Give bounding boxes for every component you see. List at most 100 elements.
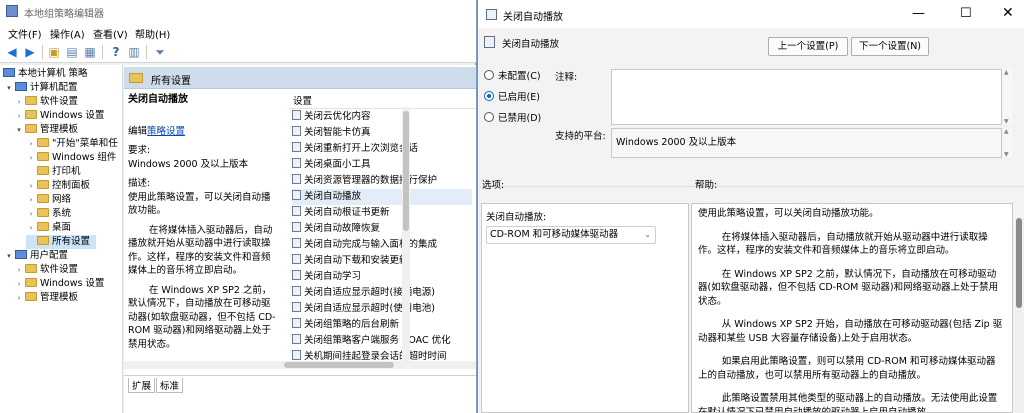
horizontal-scrollbar[interactable] <box>124 361 476 369</box>
policy-setting-icon <box>292 190 301 200</box>
scroll-up-icon[interactable]: ▲ <box>1004 69 1009 76</box>
list-item[interactable]: 关闭资源管理器的数据执行保护 <box>292 173 472 189</box>
scrollbar-thumb[interactable] <box>284 362 394 368</box>
list-item[interactable]: 关闭云优化内容 <box>292 109 472 125</box>
list-item[interactable]: 关闭自动根证书更新 <box>292 205 472 221</box>
folder-icon <box>129 73 143 83</box>
collapse-chevron-icon[interactable]: › <box>26 207 36 221</box>
previous-setting-button[interactable]: 上一个设置(P) <box>768 37 848 56</box>
list-item[interactable]: 关闭自动学习 <box>292 269 472 285</box>
scroll-down-icon[interactable]: ▼ <box>1004 151 1009 158</box>
tree-item-windows-settings[interactable]: › Windows 设置 <box>14 109 104 123</box>
tree-item-user-windows-settings[interactable]: › Windows 设置 <box>14 277 104 291</box>
tree-item-user-config[interactable]: ▾ 用户配置 <box>4 249 68 263</box>
forward-arrow-icon[interactable]: ▶ <box>22 44 38 60</box>
tree-item-computer-config[interactable]: ▾ 计算机配置 <box>4 81 78 95</box>
properties-icon[interactable]: ▥ <box>126 44 142 60</box>
list-item[interactable]: 关闭自动下载和安装更新 <box>292 253 472 269</box>
autoplay-drive-select[interactable]: CD-ROM 和可移动媒体驱动器 ⌄ <box>486 226 656 244</box>
folder-icon <box>25 292 37 301</box>
comment-textarea[interactable] <box>611 69 1002 125</box>
comment-scrollbar[interactable]: ▲ ▼ <box>1003 69 1012 125</box>
collapse-chevron-icon[interactable]: › <box>26 179 36 193</box>
tree-item-local-policy[interactable]: 本地计算机 策略 <box>2 67 88 81</box>
list-item[interactable]: 关闭自适应显示超时(使用电池) <box>292 301 472 317</box>
list-item[interactable]: 关闭自动完成与输入面板的集成 <box>292 237 472 253</box>
vertical-scrollbar[interactable] <box>402 107 410 367</box>
help-icon[interactable]: ? <box>108 44 124 60</box>
list-item[interactable]: 关闭自适应显示超时(接通电源) <box>292 285 472 301</box>
help-scrollbar[interactable] <box>1015 218 1023 413</box>
tree-item-network[interactable]: › 网络 <box>26 193 71 207</box>
expand-chevron-icon[interactable]: ▾ <box>4 81 14 95</box>
list-item[interactable]: 关闭桌面小工具 <box>292 157 472 173</box>
tree-item-windows-components[interactable]: › Windows 组件 <box>26 151 116 165</box>
supported-platform-value: Windows 2000 及以上版本 <box>611 128 1002 158</box>
up-folder-icon[interactable]: ▣ <box>46 44 62 60</box>
policy-setting-icon <box>292 142 301 152</box>
chevron-down-icon[interactable]: ⌄ <box>644 227 651 243</box>
radio-enabled[interactable]: 已启用(E) <box>484 91 540 105</box>
list-item[interactable]: 关闭组策略的后台刷新 <box>292 317 472 333</box>
radio-circle[interactable] <box>484 70 494 80</box>
policy-title: 关闭自动播放 <box>128 94 188 105</box>
menu-view[interactable]: 查看(V) <box>93 26 128 41</box>
radio-disabled[interactable]: 已禁用(D) <box>484 112 541 126</box>
policy-setting-icon <box>292 286 301 296</box>
collapse-chevron-icon[interactable]: › <box>14 263 24 277</box>
settings-column-header[interactable]: 设置 <box>293 93 312 107</box>
tree-item-user-software-settings[interactable]: › 软件设置 <box>14 263 78 277</box>
edit-policy-link[interactable]: 策略设置 <box>147 126 185 137</box>
settings-list: 设置 关闭云优化内容 关闭智能卡仿真 关闭重新打开上次浏览会话 关闭桌面小工具 … <box>289 89 476 369</box>
tab-extended[interactable]: 扩展 <box>128 378 156 393</box>
tree-item-all-settings[interactable]: 所有设置 <box>26 235 97 249</box>
tree-item-software-settings[interactable]: › 软件设置 <box>14 95 78 109</box>
tree-item-user-admin-templates[interactable]: › 管理模板 <box>14 291 78 305</box>
list-item[interactable]: 关闭自动故障恢复 <box>292 221 472 237</box>
platform-scrollbar[interactable]: ▲ ▼ <box>1003 128 1012 158</box>
close-icon[interactable]: ✕ <box>1002 5 1014 21</box>
collapse-chevron-icon[interactable]: › <box>14 291 24 305</box>
expand-chevron-icon[interactable]: ▾ <box>4 249 14 263</box>
scroll-up-icon[interactable]: ▲ <box>1004 128 1009 135</box>
collapse-chevron-icon[interactable]: › <box>14 109 24 123</box>
radio-not-configured[interactable]: 未配置(C) <box>484 70 541 84</box>
filter-icon[interactable]: ⏷ <box>152 44 168 60</box>
collapse-chevron-icon[interactable]: › <box>26 137 36 151</box>
collapse-chevron-icon[interactable]: › <box>14 95 24 109</box>
minimize-icon[interactable]: — <box>912 6 925 21</box>
scrollbar-thumb[interactable] <box>403 111 409 231</box>
menu-help[interactable]: 帮助(H) <box>135 26 170 41</box>
tree-item-admin-templates[interactable]: ▾ 管理模板 <box>14 123 78 137</box>
tree-item-system[interactable]: › 系统 <box>26 207 71 221</box>
list-item-selected[interactable]: 关闭自动播放 <box>292 189 472 205</box>
next-setting-button[interactable]: 下一个设置(N) <box>851 37 929 56</box>
menu-action[interactable]: 操作(A) <box>50 26 85 41</box>
show-hide-tree-icon[interactable]: ▤ <box>64 44 80 60</box>
policy-setting-icon <box>486 9 497 20</box>
radio-circle[interactable] <box>484 112 494 122</box>
scrollbar-thumb[interactable] <box>1016 218 1022 308</box>
tree-item-start-menu[interactable]: › "开始"菜单和任 <box>26 137 118 151</box>
maximize-icon[interactable]: ☐ <box>960 6 972 21</box>
help-paragraph: 在将媒体插入驱动器后，自动播放就开始从驱动器中进行读取操作。这样，程序的安装文件… <box>698 231 988 257</box>
collapse-chevron-icon[interactable]: › <box>26 151 36 165</box>
collapse-chevron-icon[interactable]: › <box>26 221 36 235</box>
list-item[interactable]: 关闭组策略客户端服务 AOAC 优化 <box>292 333 472 349</box>
menu-file[interactable]: 文件(F) <box>8 26 42 41</box>
collapse-chevron-icon[interactable]: › <box>14 277 24 291</box>
list-item[interactable]: 关闭智能卡仿真 <box>292 125 472 141</box>
tree-item-control-panel[interactable]: › 控制面板 <box>26 179 90 193</box>
expand-chevron-icon[interactable]: ▾ <box>14 123 24 137</box>
scroll-down-icon[interactable]: ▼ <box>1004 118 1009 125</box>
tree-item-printers[interactable]: 打印机 <box>26 165 81 179</box>
tab-standard[interactable]: 标准 <box>156 378 184 393</box>
back-arrow-icon[interactable]: ◀ <box>4 44 20 60</box>
list-item[interactable]: 关闭重新打开上次浏览会话 <box>292 141 472 157</box>
settings-pane: 所有设置 关闭自动播放 编辑策略设置 要求: Windows 2000 及以上版… <box>124 65 476 413</box>
dialog-titlebar: 关闭自动播放 — ☐ ✕ <box>478 0 1024 28</box>
tree-item-desktop[interactable]: › 桌面 <box>26 221 71 235</box>
radio-circle-checked[interactable] <box>484 91 494 101</box>
collapse-chevron-icon[interactable]: › <box>26 193 36 207</box>
export-list-icon[interactable]: ▦ <box>82 44 98 60</box>
